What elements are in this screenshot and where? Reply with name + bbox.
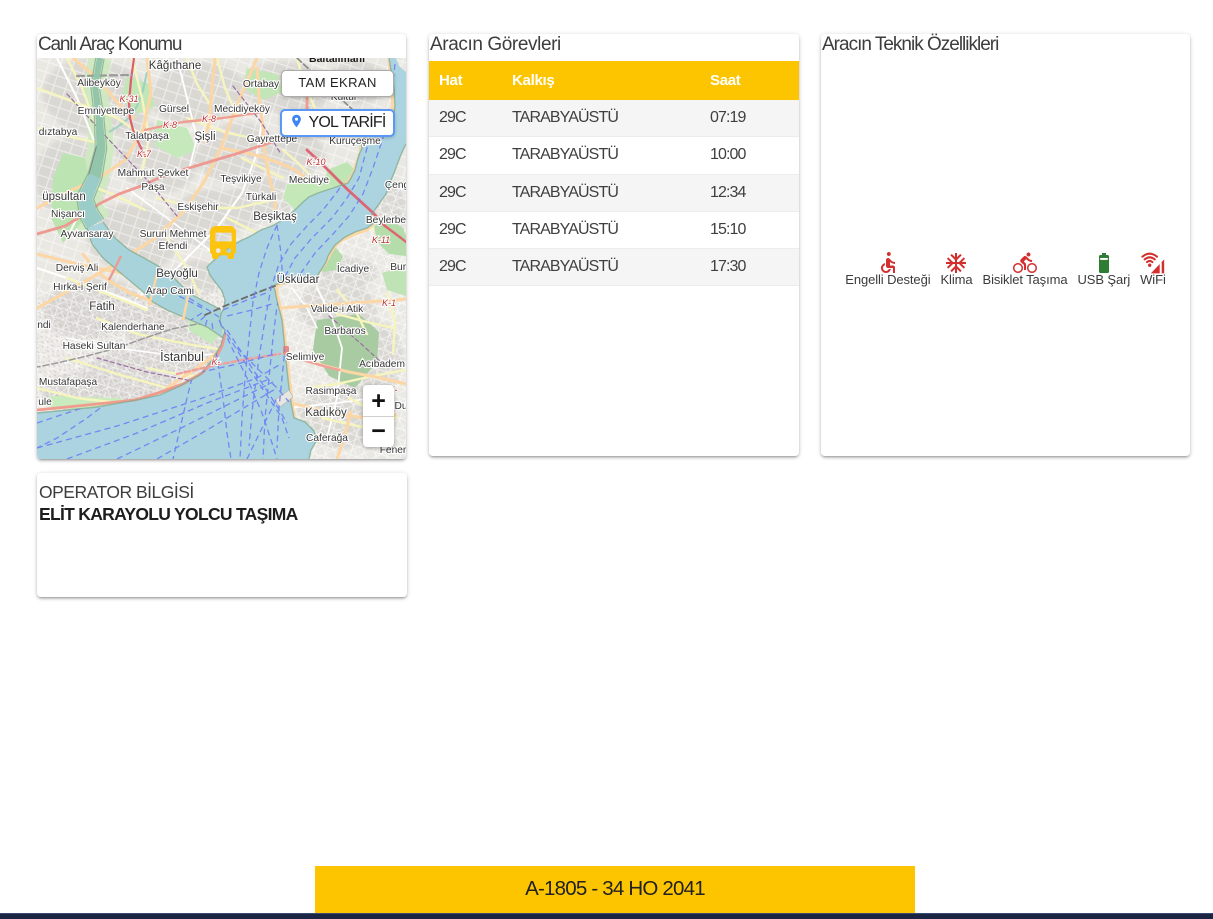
svg-text:Haseki Sultan: Haseki Sultan bbox=[63, 341, 126, 352]
svg-text:K-8: K-8 bbox=[202, 114, 216, 124]
svg-text:Ayvansaray: Ayvansaray bbox=[60, 229, 114, 240]
svg-text:Sururi Mehmet: Sururi Mehmet bbox=[140, 229, 207, 240]
svg-text:Mahmut Şevket: Mahmut Şevket bbox=[118, 168, 189, 179]
svg-text:Beşiktaş: Beşiktaş bbox=[253, 211, 297, 223]
svg-text:Şişli: Şişli bbox=[194, 131, 215, 143]
svg-text:ule: ule bbox=[38, 397, 52, 408]
svg-text:K-11: K-11 bbox=[372, 235, 390, 245]
svg-text:K-8: K-8 bbox=[163, 120, 177, 130]
svg-text:Selimiye: Selimiye bbox=[286, 352, 325, 363]
svg-text:K-: K- bbox=[212, 357, 221, 367]
svg-text:Burh: Burh bbox=[390, 262, 406, 273]
svg-text:Fatih: Fatih bbox=[89, 301, 115, 313]
svg-text:Barbaros: Barbaros bbox=[324, 326, 365, 337]
svg-text:Arap Cami: Arap Cami bbox=[146, 286, 194, 297]
svg-text:Nişancı: Nişancı bbox=[51, 209, 85, 220]
svg-text:K-1: K-1 bbox=[382, 298, 396, 308]
svg-text:Üsküdar: Üsküdar bbox=[277, 274, 320, 286]
svg-text:Teşvikiye: Teşvikiye bbox=[220, 174, 262, 185]
svg-text:Rasimpaşa: Rasimpaşa bbox=[306, 386, 357, 397]
svg-text:Du: Du bbox=[394, 401, 406, 412]
svg-text:ndi: ndi bbox=[37, 320, 51, 331]
svg-text:Gürsel: Gürsel bbox=[159, 104, 189, 115]
svg-text:Beylerbe: Beylerbe bbox=[366, 215, 406, 226]
svg-text:Valide-i Atik: Valide-i Atik bbox=[311, 304, 364, 315]
svg-text:Mecidiye: Mecidiye bbox=[289, 175, 330, 186]
svg-text:dıztabya: dıztabya bbox=[39, 127, 78, 138]
svg-text:Kuruçeşme: Kuruçeşme bbox=[329, 136, 381, 147]
svg-text:İcadiye: İcadiye bbox=[337, 262, 370, 275]
svg-text:Emniyettepe: Emniyettepe bbox=[78, 106, 135, 117]
svg-text:K-7: K-7 bbox=[137, 149, 152, 159]
svg-text:Baltalimanı: Baltalimanı bbox=[309, 58, 365, 65]
svg-text:Kâğıthane: Kâğıthane bbox=[149, 60, 201, 72]
svg-text:Caferağa: Caferağa bbox=[306, 433, 348, 444]
svg-text:Eskişehir: Eskişehir bbox=[177, 202, 219, 213]
svg-text:Kalenderhane: Kalenderhane bbox=[101, 322, 165, 333]
svg-text:Hırka-i Şerif: Hırka-i Şerif bbox=[53, 282, 107, 293]
svg-text:Mustafapaşa: Mustafapaşa bbox=[39, 377, 98, 388]
svg-text:Türkali: Türkali bbox=[246, 192, 277, 203]
svg-text:K-31: K-31 bbox=[119, 94, 138, 104]
svg-text:Çeng: Çeng bbox=[385, 180, 406, 191]
svg-text:İstanbul: İstanbul bbox=[160, 350, 204, 364]
svg-text:Kadıköy: Kadıköy bbox=[305, 407, 347, 419]
svg-text:Efendi: Efendi bbox=[159, 241, 188, 252]
svg-text:Talatpaşa: Talatpaşa bbox=[125, 131, 169, 142]
svg-text:Acıbadem: Acıbadem bbox=[359, 359, 405, 370]
svg-text:üpsultan: üpsultan bbox=[42, 191, 85, 203]
svg-text:Derviş Ali: Derviş Ali bbox=[56, 263, 98, 274]
svg-text:Ortabay: Ortabay bbox=[243, 79, 280, 90]
svg-text:K-10: K-10 bbox=[306, 157, 325, 167]
svg-text:Paşa: Paşa bbox=[141, 182, 165, 193]
svg-text:Beyoğlu: Beyoğlu bbox=[156, 268, 198, 280]
svg-text:Alibeyköy: Alibeyköy bbox=[77, 78, 122, 89]
svg-text:Mecidiyeköy: Mecidiyeköy bbox=[214, 104, 271, 115]
